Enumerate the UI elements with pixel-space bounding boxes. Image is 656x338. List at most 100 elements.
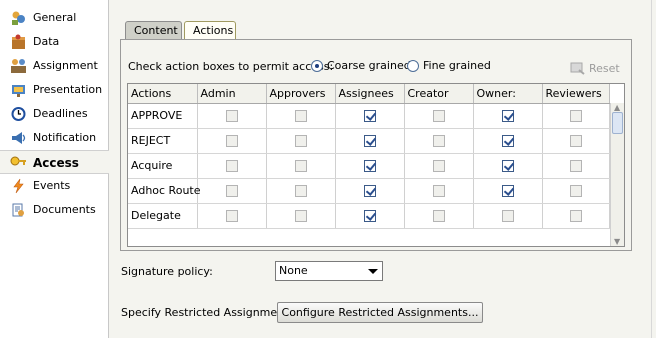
permission-checkbox[interactable] [294,185,307,197]
action-name-cell: REJECT [128,128,198,154]
column-header: Approvers [266,84,336,104]
permission-checkbox[interactable] [501,185,514,197]
column-header: Assignees [335,84,405,104]
table-row: APPROVE [128,103,610,129]
permission-cell [266,128,336,154]
sidebar-item-notification[interactable]: Notification [0,126,108,150]
permission-checkbox[interactable] [294,210,307,222]
vertical-scrollbar[interactable]: ▲ ▼ [610,103,624,246]
sidebar-item-presentation[interactable]: Presentation [0,78,108,102]
permission-checkbox[interactable] [432,210,445,222]
scroll-up-icon[interactable]: ▲ [614,103,620,112]
permission-cell [335,103,405,129]
sidebar-item-label: Data [33,35,60,48]
permission-checkbox[interactable] [225,160,238,172]
permission-checkbox[interactable] [432,160,445,172]
column-header: Reviewers [542,84,610,104]
permission-checkbox[interactable] [432,135,445,147]
permission-checkbox[interactable] [501,135,514,147]
permission-cell [335,178,405,204]
permission-cell [335,153,405,179]
sidebar-item-deadlines[interactable]: Deadlines [0,102,108,126]
permission-checkbox[interactable] [363,110,376,122]
permission-checkbox[interactable] [363,185,376,197]
signature-policy-value: None [279,264,308,277]
sidebar-item-documents[interactable]: Documents [0,198,108,222]
action-name-cell: Acquire [128,153,198,179]
coarse-grained-label: Coarse grained [327,59,411,72]
column-header: Creator [404,84,474,104]
permission-cell [404,178,474,204]
permission-checkbox[interactable] [294,110,307,122]
signature-policy-select[interactable]: None [275,261,383,281]
permission-checkbox[interactable] [569,210,582,222]
sidebar-item-label: Deadlines [33,107,88,120]
sidebar-item-label: Assignment [33,59,98,72]
access-table: Actions Admin Approvers Assignees Creator Own… [128,84,610,229]
reset-button[interactable]: Reset [570,61,620,75]
permission-checkbox[interactable] [569,185,582,197]
permission-cell [404,128,474,154]
permission-cell [473,178,543,204]
action-name-cell: Delegate [128,203,198,229]
tab-actions[interactable]: Actions [184,21,236,40]
permission-checkbox[interactable] [569,160,582,172]
permission-checkbox[interactable] [294,160,307,172]
permission-checkbox[interactable] [569,110,582,122]
permission-checkbox[interactable] [225,135,238,147]
sidebar-item-label: Access [33,156,79,170]
table-row: Adhoc Route [128,178,610,204]
table-header-row: Actions Admin Approvers Assignees Creator Own… [128,84,610,104]
scrollbar-thumb[interactable] [612,112,623,134]
permission-checkbox[interactable] [432,110,445,122]
restricted-assignment-label: Specify Restricted Assignment [121,306,289,319]
permission-checkbox[interactable] [501,110,514,122]
permission-cell [404,103,474,129]
sidebar-item-data[interactable]: Data [0,30,108,54]
assignment-icon [11,59,26,73]
permission-cell [404,153,474,179]
permission-checkbox[interactable] [501,210,514,222]
permission-checkbox[interactable] [501,160,514,172]
actions-panel: Check action boxes to permit access: Coa… [120,39,632,251]
permission-checkbox[interactable] [363,135,376,147]
permission-cell [266,178,336,204]
table-row: Acquire [128,153,610,179]
permission-cell [266,153,336,179]
permission-cell [473,203,543,229]
sidebar-item-events[interactable]: Events [0,174,108,198]
access-icon [10,156,26,166]
sidebar-item-general[interactable]: General [0,6,108,30]
permission-checkbox[interactable] [569,135,582,147]
permission-cell [197,178,267,204]
permission-checkbox[interactable] [363,160,376,172]
documents-icon [12,203,24,217]
sidebar-item-label: General [33,11,77,24]
reset-label: Reset [589,61,620,75]
presentation-icon [12,85,25,97]
permission-cell [335,128,405,154]
tab-content[interactable]: Content [125,21,182,40]
signature-policy-label: Signature policy: [121,265,213,278]
permission-checkbox[interactable] [294,135,307,147]
scroll-down-icon[interactable]: ▼ [614,237,620,246]
tab-actions-label: Actions [193,24,234,37]
permission-checkbox[interactable] [363,210,376,222]
permission-checkbox[interactable] [225,210,238,222]
instruction-text: Check action boxes to permit access: [128,60,334,73]
permission-checkbox[interactable] [225,110,238,122]
notification-icon [12,132,26,144]
permission-cell [473,103,543,129]
radio-unselected-indicator [407,59,419,72]
general-icon [12,11,25,25]
fine-grained-radio[interactable]: Fine grained [407,59,491,72]
sidebar-item-assignment[interactable]: Assignment [0,54,108,78]
column-header: Owner: [473,84,543,104]
sidebar-item-access[interactable]: Access [0,150,109,174]
permission-checkbox[interactable] [432,185,445,197]
tab-content-label: Content [134,24,178,37]
coarse-grained-radio[interactable]: Coarse grained [311,59,411,72]
configure-restricted-assignments-button[interactable]: Configure Restricted Assignments... [277,302,483,323]
sidebar: General Data Assignment Presentation Dea… [0,0,109,338]
permission-checkbox[interactable] [225,185,238,197]
